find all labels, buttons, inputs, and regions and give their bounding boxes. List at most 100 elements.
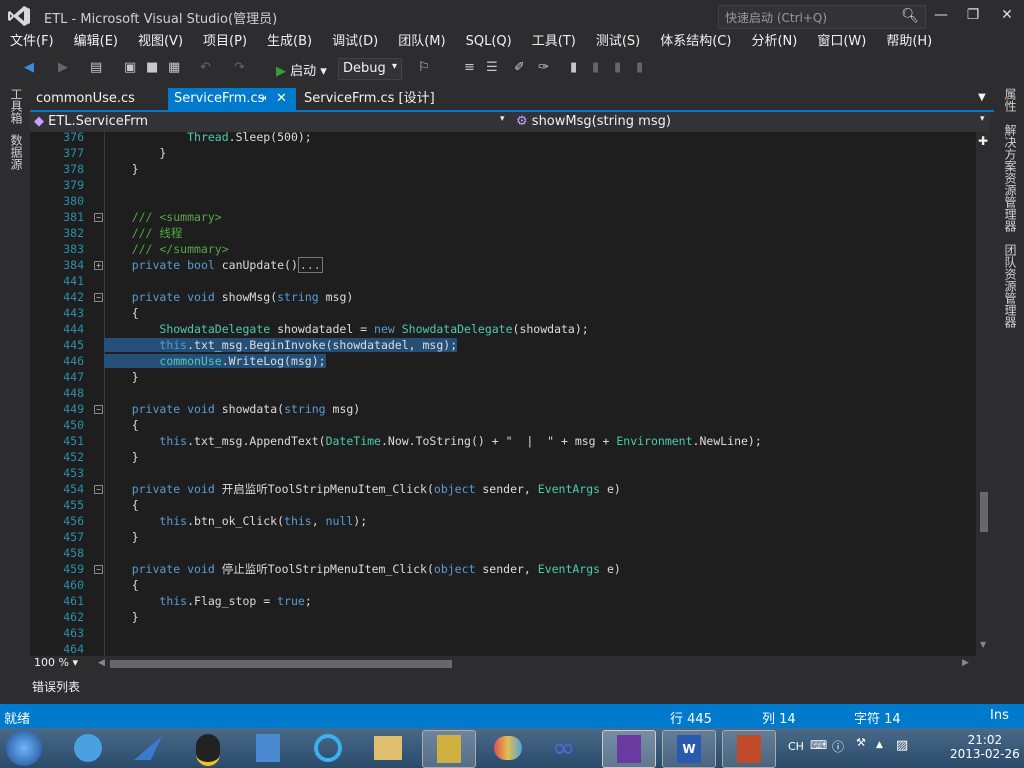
language-indicator[interactable]: CH: [788, 740, 804, 753]
uncomment-icon[interactable]: ✑: [538, 60, 549, 75]
code-line[interactable]: 377 }: [30, 145, 976, 161]
save-icon[interactable]: ■: [146, 60, 158, 75]
code-line[interactable]: 451 this.txt_msg.AppendText(DateTime.Now…: [30, 433, 976, 449]
file-manager-icon[interactable]: [242, 730, 294, 766]
code-line[interactable]: 380: [30, 193, 976, 209]
menu-project[interactable]: 项目(P): [193, 32, 257, 52]
code-line[interactable]: 376 Thread.Sleep(500);: [30, 132, 976, 145]
code-line[interactable]: 458: [30, 545, 976, 561]
new-project-icon[interactable]: ▤: [90, 60, 102, 75]
collapse-icon[interactable]: −: [94, 405, 103, 414]
colorful-app-icon[interactable]: [482, 730, 534, 766]
code-line[interactable]: 464: [30, 641, 976, 656]
restore-button[interactable]: ❐: [960, 4, 986, 26]
infinity-app-icon[interactable]: ∞: [542, 730, 594, 766]
minimize-button[interactable]: —: [928, 4, 954, 26]
comment-icon[interactable]: ✐: [514, 60, 525, 75]
save-all-icon[interactable]: ▦: [168, 60, 180, 75]
code-line[interactable]: 446 commonUse.WriteLog(msg);: [30, 353, 976, 369]
outline-icon[interactable]: ☰: [486, 60, 498, 75]
undo-icon[interactable]: ↶: [200, 60, 211, 75]
team-explorer-tab[interactable]: 团队资源管理器: [1002, 244, 1019, 328]
menu-architecture[interactable]: 体系结构(C): [650, 32, 741, 52]
class-dropdown[interactable]: ◆ ETL.ServiceFrm: [34, 114, 148, 129]
prev-bookmark-icon[interactable]: ▮: [592, 60, 599, 75]
find-in-files-icon[interactable]: ⚐: [418, 60, 430, 75]
tab-servicefrm[interactable]: ServiceFrm.cs ⇥ ✕: [168, 88, 296, 110]
menu-edit[interactable]: 编辑(E): [64, 32, 128, 52]
tab-servicefrm-design[interactable]: ServiceFrm.cs [设计]: [298, 88, 441, 110]
horizontal-scroll-thumb[interactable]: [110, 660, 452, 668]
tray-settings-icon[interactable]: ⚒: [856, 736, 866, 749]
close-button[interactable]: ✕: [994, 4, 1020, 26]
code-line[interactable]: 448: [30, 385, 976, 401]
code-editor[interactable]: 376 Thread.Sleep(500); 377 } 378 } 379 380 38…: [30, 132, 976, 656]
start-orb-icon[interactable]: [6, 730, 42, 766]
powerpoint-icon[interactable]: [722, 730, 776, 768]
code-line[interactable]: 447 }: [30, 369, 976, 385]
tab-overflow-icon[interactable]: ▼: [978, 92, 986, 103]
collapse-icon[interactable]: −: [94, 213, 103, 222]
clear-bookmarks-icon[interactable]: ▮: [636, 60, 643, 75]
code-line[interactable]: 450 {: [30, 417, 976, 433]
scroll-right-icon[interactable]: ▶: [962, 658, 969, 668]
code-line[interactable]: 452 }: [30, 449, 976, 465]
quick-launch-input[interactable]: 快速启动 (Ctrl+Q) 🔍︎: [718, 5, 926, 29]
code-line[interactable]: 444 ShowdataDelegate showdatadel = new S…: [30, 321, 976, 337]
menu-help[interactable]: 帮助(H): [876, 32, 942, 52]
code-line[interactable]: 457 }: [30, 529, 976, 545]
data-sources-tab[interactable]: 数据源: [8, 134, 25, 170]
code-line[interactable]: 384 + private bool canUpdate()...: [30, 257, 976, 273]
menu-window[interactable]: 窗口(W): [807, 32, 876, 52]
network-icon[interactable]: ▨: [896, 738, 908, 753]
properties-tab[interactable]: 属性: [1002, 88, 1019, 112]
collapse-icon[interactable]: −: [94, 485, 103, 494]
menu-test[interactable]: 测试(S): [586, 32, 650, 52]
chevron-down-icon[interactable]: ▾: [500, 114, 505, 124]
tray-expand-icon[interactable]: ▲: [876, 740, 883, 750]
bookmark-icon[interactable]: ▮: [570, 60, 577, 75]
feiq-icon[interactable]: [122, 730, 174, 766]
word-icon[interactable]: W: [662, 730, 716, 768]
scroll-down-icon[interactable]: ▼: [980, 640, 986, 649]
visual-studio-taskbar-icon[interactable]: [602, 730, 656, 768]
internet-explorer-icon[interactable]: [302, 730, 354, 766]
start-debug-button[interactable]: ▶ 启动 ▾: [276, 60, 327, 79]
align-left-icon[interactable]: ≡: [464, 60, 475, 75]
code-line[interactable]: 463: [30, 625, 976, 641]
code-line[interactable]: 455 {: [30, 497, 976, 513]
code-line[interactable]: 462 }: [30, 609, 976, 625]
split-icon[interactable]: ✚: [978, 134, 988, 148]
code-line[interactable]: 456 this.btn_ok_Click(this, null);: [30, 513, 976, 529]
forward-icon[interactable]: ▶: [58, 60, 68, 75]
code-line[interactable]: 443 {: [30, 305, 976, 321]
code-line[interactable]: 453: [30, 465, 976, 481]
scroll-left-icon[interactable]: ◀: [98, 658, 105, 668]
collapse-icon[interactable]: −: [94, 293, 103, 302]
expand-icon[interactable]: +: [94, 261, 103, 270]
code-line[interactable]: 460 {: [30, 577, 976, 593]
member-dropdown[interactable]: ⚙ showMsg(string msg): [516, 114, 671, 129]
open-file-icon[interactable]: ▣: [124, 60, 136, 75]
code-line[interactable]: 441: [30, 273, 976, 289]
code-line[interactable]: 454 − private void 开启监听ToolStripMenuItem_…: [30, 481, 976, 497]
code-line[interactable]: 378 }: [30, 161, 976, 177]
menu-analyze[interactable]: 分析(N): [741, 32, 807, 52]
code-line[interactable]: 461 this.Flag_stop = true;: [30, 593, 976, 609]
menu-debug[interactable]: 调试(D): [322, 32, 388, 52]
tab-commonuse[interactable]: commonUse.cs: [30, 88, 141, 110]
pin-icon[interactable]: ⇥: [258, 88, 266, 110]
chevron-down-icon[interactable]: ▾: [980, 114, 985, 124]
code-line[interactable]: 382 /// 线程: [30, 225, 976, 241]
toolbox-tab[interactable]: 工具箱: [8, 88, 25, 124]
keyboard-icon[interactable]: ⌨: [810, 738, 827, 752]
vertical-scrollbar[interactable]: ✚ ▼: [976, 132, 994, 656]
media-player-icon[interactable]: [62, 730, 114, 766]
menu-file[interactable]: 文件(F): [0, 32, 64, 52]
code-line[interactable]: 381 − /// <summary>: [30, 209, 976, 225]
solution-explorer-tab[interactable]: 解决方案资源管理器: [1002, 124, 1019, 232]
explorer-folder-icon[interactable]: [362, 730, 414, 766]
zoom-level[interactable]: 100 % ▾: [34, 656, 78, 669]
menu-view[interactable]: 视图(V): [128, 32, 193, 52]
close-icon[interactable]: ✕: [276, 88, 287, 110]
